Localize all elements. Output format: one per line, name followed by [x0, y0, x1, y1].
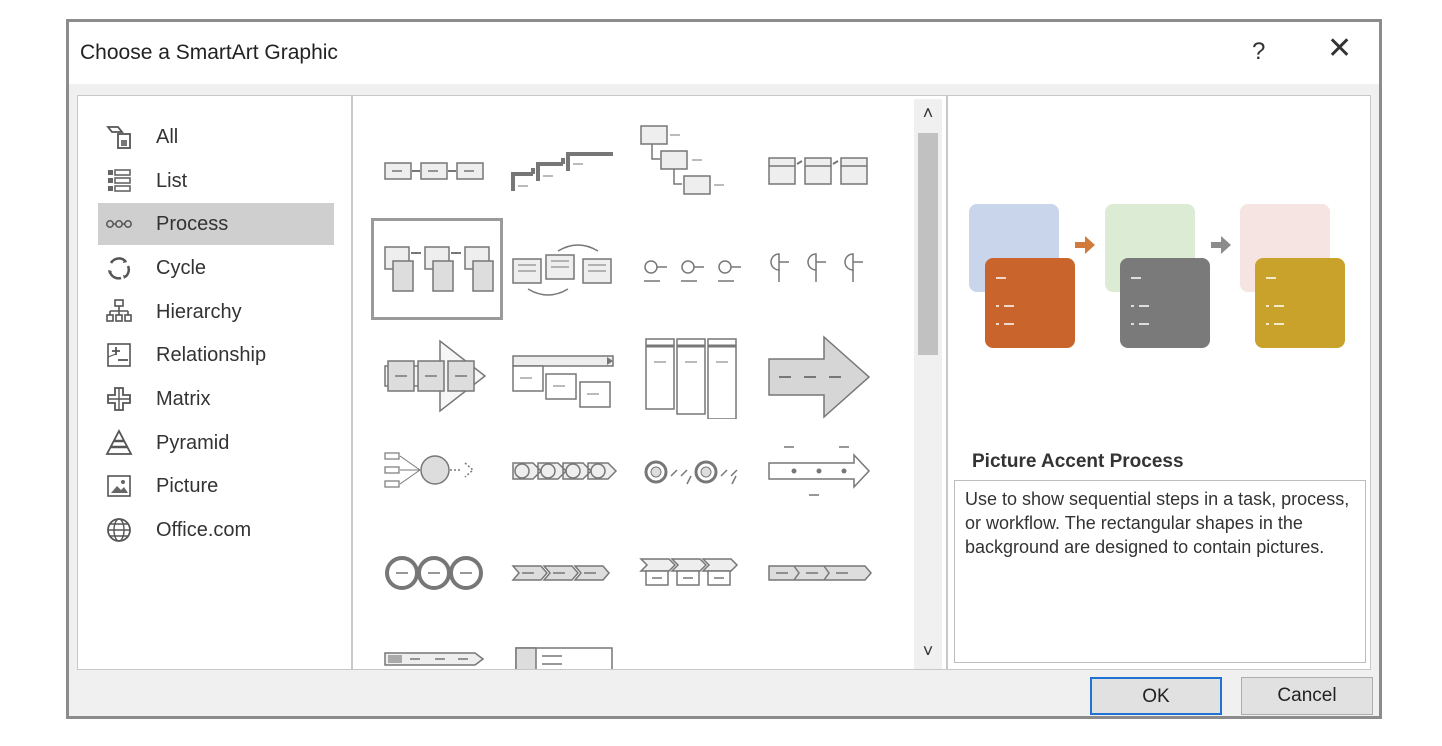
relationship-icon [104, 340, 134, 370]
scroll-down-button[interactable]: ˅ [914, 641, 942, 665]
layout-thumbnail-circular-process[interactable] [375, 528, 495, 618]
dialog-title: Choose a SmartArt Graphic [80, 41, 338, 64]
category-item-office-com[interactable]: Office.com [98, 509, 334, 551]
scrollbar-thumb[interactable] [918, 133, 938, 355]
category-item-cycle[interactable]: Cycle [98, 247, 334, 289]
category-item-process[interactable]: Process [98, 203, 334, 245]
title-bar: Choose a SmartArt Graphic ? ✕ [69, 22, 1379, 84]
layout-thumbnail-picture-accent-process[interactable] [371, 218, 503, 320]
layout-thumbnail-circle-arrow-process[interactable] [503, 426, 623, 516]
category-item-hierarchy[interactable]: Hierarchy [98, 291, 334, 333]
smartart-dialog: Choose a SmartArt Graphic ? ✕ All List P… [66, 19, 1382, 719]
category-label: Matrix [156, 387, 211, 410]
ok-button[interactable]: OK [1090, 677, 1222, 715]
process-icon [104, 209, 134, 239]
category-item-relationship[interactable]: Relationship [98, 334, 334, 376]
scroll-up-button[interactable]: ˄ [914, 103, 942, 127]
list-icon [104, 166, 134, 196]
gallery-scrollbar[interactable]: ˄ ˅ [914, 99, 942, 669]
preview-title: Picture Accent Process [972, 451, 1184, 472]
close-button[interactable]: ✕ [1327, 34, 1352, 64]
hierarchy-icon [104, 297, 134, 327]
all-icon [104, 122, 134, 152]
layout-thumbnail-accent-process[interactable] [759, 126, 879, 216]
help-button[interactable]: ? [1252, 38, 1265, 66]
layout-gallery [352, 95, 947, 670]
layout-thumbnail-arrow-list[interactable] [375, 611, 495, 669]
layout-thumbnail-chevron-list[interactable] [759, 528, 879, 618]
layout-thumbnail-block-arrow-process[interactable] [759, 331, 879, 421]
layout-thumbnail-basic-process[interactable] [375, 126, 495, 216]
layout-thumbnail-dotted-timeline[interactable] [759, 611, 879, 669]
category-item-pyramid[interactable]: Pyramid [98, 422, 334, 464]
layout-thumbnail-step-up-process[interactable] [503, 126, 623, 216]
category-list: All List Process Cycle Hierarchy Relatio… [77, 95, 352, 670]
layout-thumbnail-alternating-flow[interactable] [503, 226, 623, 316]
globe-icon [104, 515, 134, 545]
layout-thumbnail-chevron-process[interactable] [503, 528, 623, 618]
layout-thumbnail-continuous-block-process[interactable] [631, 226, 751, 316]
layout-thumbnail-stacked-chevron-process[interactable] [631, 528, 751, 618]
category-label: Process [156, 212, 229, 235]
pyramid-icon [104, 428, 134, 458]
preview-graphic [969, 204, 1345, 348]
preview-panel: Picture Accent Process Use to show seque… [947, 95, 1371, 670]
picture-icon [104, 471, 134, 501]
matrix-icon [104, 384, 134, 414]
layout-thumbnail-process-arrows[interactable] [375, 331, 495, 421]
layout-thumbnail-gear-process[interactable] [631, 426, 751, 516]
category-item-picture[interactable]: Picture [98, 465, 334, 507]
layout-thumbnail-segmented-process[interactable] [631, 331, 751, 421]
category-label: All [156, 125, 179, 148]
layout-thumbnail-descending-process[interactable] [631, 116, 751, 206]
preview-front-shape-3 [1255, 258, 1345, 348]
layout-thumbnail-timeline-arrow[interactable] [759, 426, 879, 516]
category-label: Picture [156, 474, 219, 497]
preview-front-shape-2 [1120, 258, 1210, 348]
preview-arrow-2 [1211, 236, 1231, 254]
preview-description: Use to show sequential steps in a task, … [954, 480, 1366, 663]
layout-thumbnail-staggered-process[interactable] [503, 336, 623, 426]
cycle-icon [104, 253, 134, 283]
preview-front-shape-1 [985, 258, 1075, 348]
layout-thumbnail-converging-process[interactable] [375, 426, 495, 516]
layout-thumbnail-phased-process[interactable] [759, 226, 879, 316]
category-label: Relationship [156, 343, 267, 366]
category-label: Hierarchy [156, 300, 242, 323]
layout-thumbnail-picture-list[interactable] [503, 611, 623, 669]
category-label: Cycle [156, 256, 207, 279]
category-item-all[interactable]: All [98, 116, 334, 158]
category-item-list[interactable]: List [98, 160, 334, 202]
cancel-button[interactable]: Cancel [1241, 677, 1373, 715]
category-label: List [156, 169, 188, 192]
category-label: Office.com [156, 518, 252, 541]
preview-arrow-1 [1075, 236, 1095, 254]
category-label: Pyramid [156, 431, 230, 454]
category-item-matrix[interactable]: Matrix [98, 378, 334, 420]
layout-thumbnail-dotted-process[interactable] [631, 611, 751, 669]
